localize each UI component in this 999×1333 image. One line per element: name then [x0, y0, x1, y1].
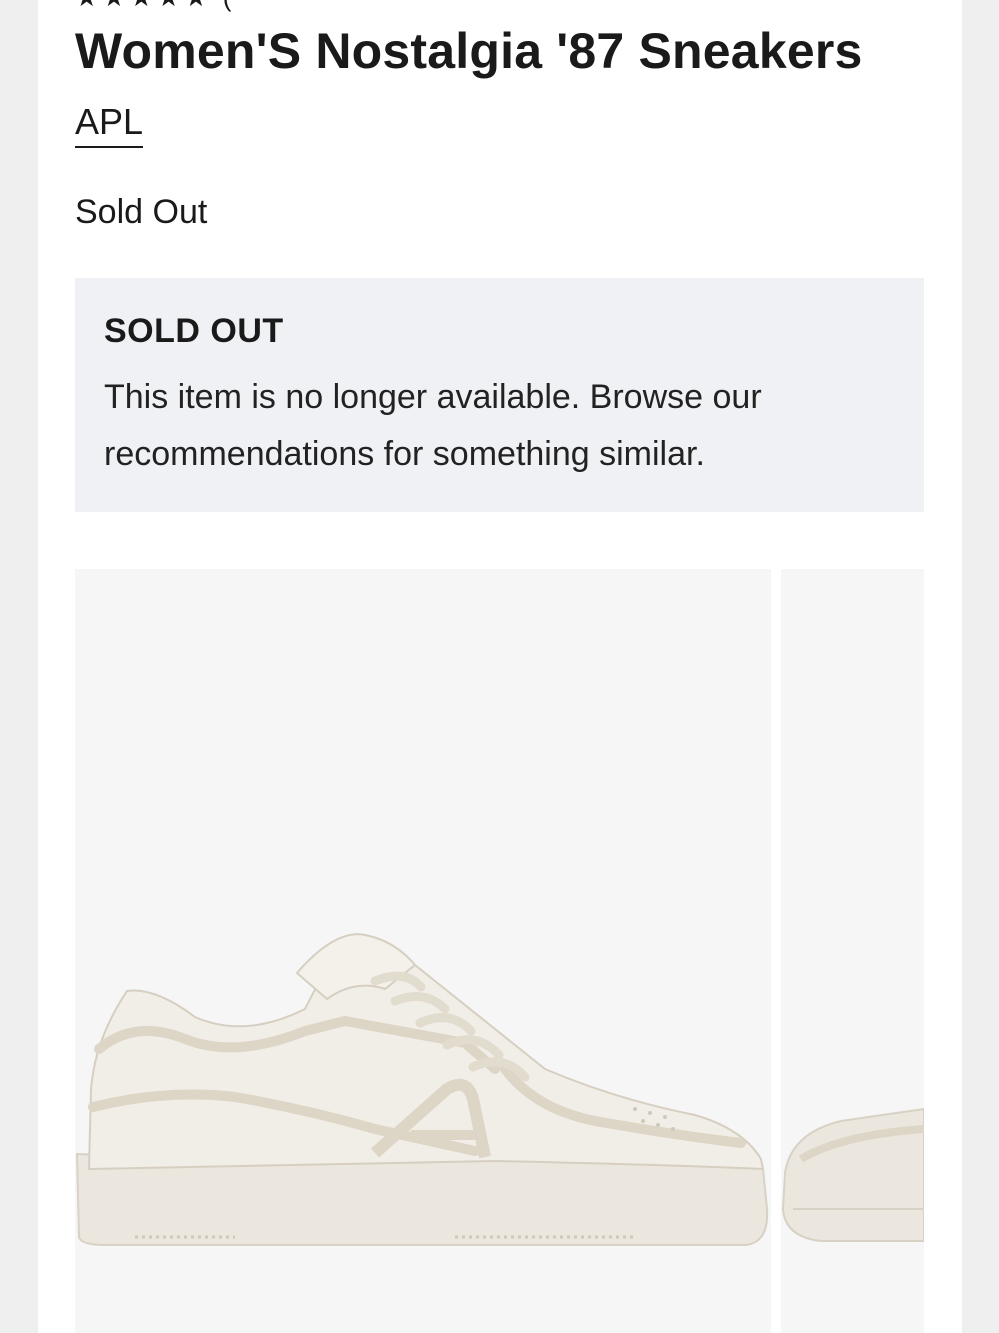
availability-status: Sold Out [75, 193, 208, 231]
star-rating[interactable]: ★★★★★ ( [75, 0, 235, 13]
right-margin [962, 0, 999, 1333]
product-title: Women'S Nostalgia '87 Sneakers [75, 23, 863, 79]
sneaker-front-view-icon [781, 1107, 924, 1242]
image-gallery[interactable] [75, 569, 924, 1333]
notice-heading: SOLD OUT [104, 312, 284, 350]
sneaker-side-view-icon [75, 933, 769, 1246]
notice-body: This item is no longer available. Browse… [104, 378, 762, 473]
main-product-photo[interactable] [75, 569, 771, 1333]
next-product-photo[interactable] [781, 569, 924, 1333]
brand-link[interactable]: APL [75, 102, 144, 148]
sold-out-notice: SOLD OUT This item is no longer availabl… [75, 278, 924, 512]
left-margin [0, 0, 38, 1333]
product-page: ★★★★★ ( Women'S Nostalgia '87 Sneakers A… [38, 0, 962, 1333]
